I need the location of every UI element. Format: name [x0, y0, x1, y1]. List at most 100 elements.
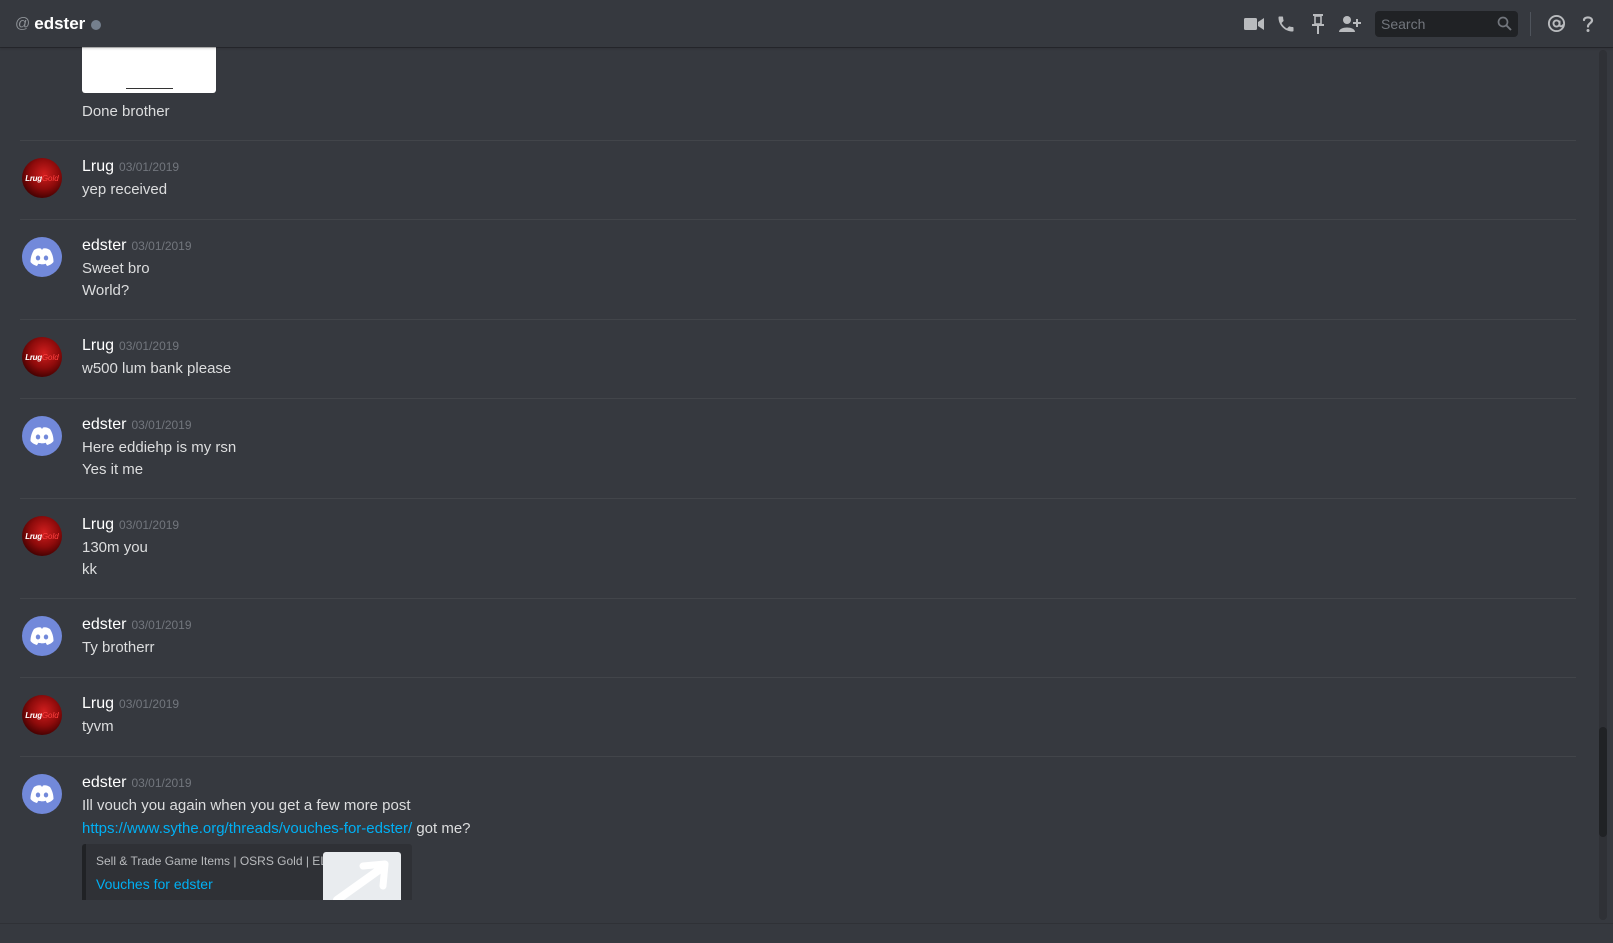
avatar-edster[interactable]: [22, 774, 62, 814]
avatar-logo-text-accent: Gold: [41, 352, 59, 362]
avatar-logo-text: Lrug: [25, 531, 42, 541]
message-header: Lrug 03/01/2019: [82, 695, 179, 713]
at-icon: @: [15, 15, 31, 32]
voice-call-button[interactable]: [1273, 12, 1299, 36]
avatar-logo-text-accent: Gold: [41, 531, 59, 541]
search-bar[interactable]: [1375, 10, 1518, 37]
message-list: Done brother Lrug Gold Lrug 03/01/2019 yep…: [0, 47, 1585, 923]
mentions-button[interactable]: [1543, 12, 1569, 36]
header-divider: [1530, 11, 1531, 36]
discord-logo-icon: [30, 785, 54, 803]
add-user-icon: [1339, 15, 1361, 32]
message-link-line: https://www.sythe.org/threads/vouches-fo…: [82, 820, 471, 837]
avatar-lrug[interactable]: Lrug Gold: [22, 337, 62, 377]
username[interactable]: Lrug: [82, 695, 114, 712]
username[interactable]: edster: [82, 774, 126, 791]
message-header: Lrug 03/01/2019: [82, 337, 179, 355]
message-text: w500 lum bank please: [82, 360, 232, 377]
message-text: Yes it me: [82, 461, 144, 478]
timestamp: 03/01/2019: [131, 418, 192, 432]
timestamp: 03/01/2019: [131, 618, 192, 632]
offline-status-icon: [91, 19, 102, 30]
message-group: edster 03/01/2019 Ill vouch you again whe…: [20, 774, 1576, 923]
message-group: Lrug Gold Lrug 03/01/2019 w500 lum bank pl…: [20, 337, 1576, 397]
header-toolbar: [1241, 0, 1613, 47]
phone-icon: [1278, 16, 1294, 31]
scrollbar-thumb[interactable]: [1599, 727, 1607, 837]
pin-icon: [1312, 13, 1324, 34]
avatar-lrug[interactable]: Lrug Gold: [22, 695, 62, 735]
message-divider: [20, 677, 1576, 678]
timestamp: 03/01/2019: [119, 697, 180, 711]
avatar-edster[interactable]: [22, 616, 62, 656]
add-friend-button[interactable]: [1337, 12, 1363, 36]
avatar-logo-text-accent: Gold: [41, 173, 59, 183]
message-header: Lrug 03/01/2019: [82, 158, 179, 176]
username[interactable]: edster: [82, 616, 126, 633]
timestamp: 03/01/2019: [131, 776, 192, 790]
message-text: Here eddiehp is my rsn: [82, 439, 237, 456]
image-underline: [126, 88, 173, 89]
message-header: edster 03/01/2019: [82, 237, 192, 255]
discord-logo-icon: [30, 427, 54, 445]
message-text: World?: [82, 282, 130, 299]
message-text: tyvm: [82, 718, 114, 735]
message-group: Lrug Gold Lrug 03/01/2019 yep received: [20, 158, 1576, 218]
message-group-partial: Done brother: [20, 47, 1576, 137]
image-attachment[interactable]: [82, 47, 216, 93]
discord-logo-icon: [30, 248, 54, 266]
message-text: 130m you: [82, 539, 148, 556]
discord-dm-window: @ edster Search Done brother Lrug Gold L…: [0, 0, 1613, 943]
message-text: kk: [82, 561, 97, 578]
username[interactable]: edster: [82, 416, 126, 433]
message-divider: [20, 219, 1576, 220]
message-divider: [20, 498, 1576, 499]
timestamp: 03/01/2019: [119, 160, 180, 174]
vouch-thread-link[interactable]: https://www.sythe.org/threads/vouches-fo…: [82, 820, 412, 837]
username[interactable]: Lrug: [82, 516, 114, 533]
avatar-logo-text: Lrug: [25, 173, 42, 183]
avatar-lrug[interactable]: Lrug Gold: [22, 516, 62, 556]
message-divider: [20, 398, 1576, 399]
avatar-edster[interactable]: [22, 237, 62, 277]
message-divider: [20, 598, 1576, 599]
video-call-button[interactable]: [1241, 12, 1267, 36]
avatar-logo-text-accent: Gold: [41, 710, 59, 720]
message-text: Sweet bro: [82, 260, 150, 277]
link-embed[interactable]: Sell & Trade Game Items | OSRS Gold | EL…: [82, 844, 412, 900]
discord-logo-icon: [30, 627, 54, 645]
message-header: edster 03/01/2019: [82, 616, 192, 634]
username[interactable]: Lrug: [82, 337, 114, 354]
username[interactable]: Lrug: [82, 158, 114, 175]
message-input-area[interactable]: [0, 923, 1613, 943]
pinned-messages-button[interactable]: [1305, 12, 1331, 36]
message-group: edster 03/01/2019 Ty brotherr: [20, 616, 1576, 676]
message-text: Done brother: [82, 103, 170, 120]
help-icon: [1582, 15, 1594, 32]
message-divider: [20, 756, 1576, 757]
channel-title: edster: [34, 13, 86, 33]
avatar-lrug[interactable]: Lrug Gold: [22, 158, 62, 198]
channel-header: @ edster: [0, 0, 1613, 47]
message-text: Ill vouch you again when you get a few m…: [82, 797, 411, 814]
help-button[interactable]: [1575, 12, 1601, 36]
message-group: edster 03/01/2019 Sweet bro World?: [20, 237, 1576, 317]
message-text: yep received: [82, 181, 168, 198]
message-text: got me?: [412, 820, 471, 837]
search-icon: [1497, 16, 1512, 31]
video-camera-icon: [1244, 17, 1264, 30]
embed-thumbnail[interactable]: [323, 852, 401, 900]
mention-icon: [1547, 14, 1565, 33]
message-group: Lrug Gold Lrug 03/01/2019 130m you kk: [20, 516, 1576, 596]
timestamp: 03/01/2019: [119, 518, 180, 532]
embed-provider: Sell & Trade Game Items | OSRS Gold | EL…: [96, 854, 337, 868]
search-input[interactable]: [1375, 10, 1493, 37]
avatar-logo-text: Lrug: [25, 352, 42, 362]
username[interactable]: edster: [82, 237, 126, 254]
avatar-edster[interactable]: [22, 416, 62, 456]
message-group: edster 03/01/2019 Here eddiehp is my rsn …: [20, 416, 1576, 496]
message-group: Lrug Gold Lrug 03/01/2019 tyvm: [20, 695, 1576, 755]
message-header: edster 03/01/2019: [82, 416, 192, 434]
timestamp: 03/01/2019: [131, 239, 192, 253]
embed-title-link[interactable]: Vouches for edster: [96, 876, 213, 892]
